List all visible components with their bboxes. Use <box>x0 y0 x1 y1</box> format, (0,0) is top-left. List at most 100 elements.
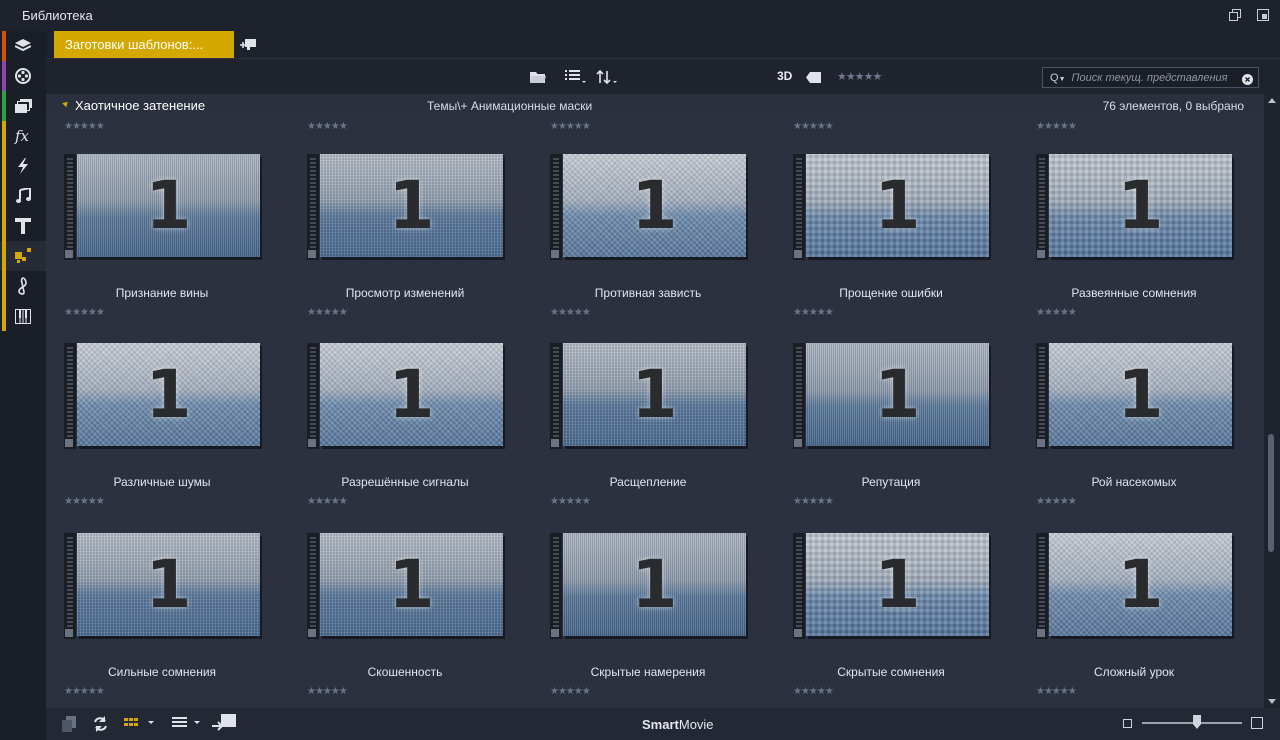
clear-search-icon[interactable] <box>1242 72 1253 85</box>
template-tile[interactable]: 1 Признание вины ★★★★★ <box>46 154 286 339</box>
scrollbar-thumb[interactable] <box>1268 434 1274 552</box>
add-tab-icon[interactable] <box>240 38 256 52</box>
rail-item-piano[interactable] <box>0 301 46 331</box>
send-to-timeline-icon[interactable] <box>212 714 236 732</box>
template-tile[interactable]: 1 Репутация ★★★★★ <box>775 343 1015 528</box>
rating-stars[interactable]: ★★★★★ <box>64 496 105 507</box>
refresh-icon[interactable] <box>93 716 108 732</box>
template-tile[interactable]: 1 Развеянные сомнения ★★★★★ <box>1018 154 1258 339</box>
rating-stars[interactable]: ★★★★★ <box>550 686 591 697</box>
rating-stars[interactable]: ★★★★★ <box>1036 496 1077 507</box>
rail-item-titles[interactable] <box>0 211 46 241</box>
template-tile[interactable]: 1 Разрешённые сигналы ★★★★★ <box>289 343 529 528</box>
thumbnail-image: 1 <box>77 343 260 446</box>
scroll-down-icon[interactable] <box>1268 699 1276 704</box>
scroll-up-icon[interactable] <box>1268 98 1276 103</box>
rail-item-transitions[interactable] <box>0 151 46 181</box>
template-thumbnail[interactable]: 1 <box>550 343 748 449</box>
vertical-scrollbar[interactable] <box>1264 94 1280 708</box>
3d-toggle-button[interactable]: 3D <box>777 69 792 83</box>
search-icon[interactable]: Q▼ <box>1050 72 1066 84</box>
smartmovie-button[interactable]: SmartMovie <box>642 717 714 732</box>
rating-stars[interactable]: ★★★★★ <box>64 686 105 697</box>
folder-icon[interactable] <box>530 68 546 86</box>
template-label: Скрытые сомнения <box>837 665 945 679</box>
filmstrip-marker <box>64 154 76 260</box>
template-tile[interactable]: 1 Сложный урок ★★★★★ <box>1018 533 1258 708</box>
rail-item-templates[interactable] <box>0 241 46 271</box>
template-thumbnail[interactable]: 1 <box>793 343 991 449</box>
zoom-slider-handle[interactable] <box>1193 715 1201 729</box>
template-tile[interactable]: 1 Рой насекомых ★★★★★ <box>1018 343 1258 528</box>
detach-window-icon[interactable] <box>1257 9 1269 21</box>
zoom-slider[interactable] <box>1142 722 1242 724</box>
category-color-strip <box>2 271 6 301</box>
rating-stars[interactable]: ★★★★★ <box>64 307 105 318</box>
collapse-group-icon[interactable] <box>62 99 70 108</box>
template-thumbnail[interactable]: 1 <box>64 343 262 449</box>
rating-stars[interactable]: ★★★★★ <box>793 121 834 132</box>
project-bin-icon <box>15 39 31 52</box>
template-thumbnail[interactable]: 1 <box>550 154 748 260</box>
restore-window-icon[interactable] <box>1229 9 1241 21</box>
details-view-icon[interactable] <box>172 716 204 730</box>
rail-item-music[interactable] <box>0 181 46 211</box>
bottom-bar: SmartMovie <box>46 708 1280 740</box>
template-label: Различные шумы <box>113 475 211 489</box>
rating-stars[interactable]: ★★★★★ <box>307 686 348 697</box>
rail-item-sound-effects[interactable] <box>0 271 46 301</box>
rating-stars[interactable]: ★★★★★ <box>307 496 348 507</box>
template-thumbnail[interactable]: 1 <box>1036 343 1234 449</box>
tab-templates[interactable]: Заготовки шаблонов:... <box>54 31 234 58</box>
rating-stars[interactable]: ★★★★★ <box>307 121 348 132</box>
template-tile[interactable]: 1 Скрытые намерения ★★★★★ <box>532 533 772 708</box>
template-tile[interactable]: 1 Прощение ошибки ★★★★★ <box>775 154 1015 339</box>
template-thumbnail[interactable]: 1 <box>793 533 991 639</box>
template-thumbnail[interactable]: 1 <box>307 154 505 260</box>
rating-stars[interactable]: ★★★★★ <box>1036 686 1077 697</box>
rating-stars[interactable]: ★★★★★ <box>307 307 348 318</box>
library-window: Библиотека fx Заготовки шаблонов:... 3D … <box>0 0 1280 740</box>
tag-icon[interactable] <box>806 68 821 86</box>
search-input[interactable] <box>1071 71 1242 84</box>
grid-view-icon[interactable] <box>124 716 156 730</box>
template-tile[interactable]: 1 Просмотр изменений ★★★★★ <box>289 154 529 339</box>
rating-stars[interactable]: ★★★★★ <box>550 496 591 507</box>
thumbnail-number: 1 <box>1117 167 1164 244</box>
copy-icon[interactable] <box>62 716 76 732</box>
template-thumbnail[interactable]: 1 <box>307 343 505 449</box>
template-thumbnail[interactable]: 1 <box>64 533 262 639</box>
template-tile[interactable]: 1 Различные шумы ★★★★★ <box>46 343 286 528</box>
template-tile[interactable]: 1 Скошенность ★★★★★ <box>289 533 529 708</box>
transitions-lightning-icon <box>18 158 28 174</box>
rail-item-film[interactable] <box>0 61 46 91</box>
rating-stars[interactable]: ★★★★★ <box>550 121 591 132</box>
template-thumbnail[interactable]: 1 <box>793 154 991 260</box>
template-tile[interactable]: 1 Сильные сомнения ★★★★★ <box>46 533 286 708</box>
rating-stars[interactable]: ★★★★★ <box>64 121 105 132</box>
template-thumbnail[interactable]: 1 <box>307 533 505 639</box>
list-view-icon[interactable] <box>565 68 587 86</box>
zoom-out-icon[interactable] <box>1123 719 1132 728</box>
rating-stars[interactable]: ★★★★★ <box>550 307 591 318</box>
template-thumbnail[interactable]: 1 <box>64 154 262 260</box>
zoom-in-icon[interactable] <box>1251 717 1263 729</box>
template-tile[interactable]: 1 Противная зависть ★★★★★ <box>532 154 772 339</box>
template-thumbnail[interactable]: 1 <box>1036 533 1234 639</box>
rail-item-project-bin[interactable] <box>0 31 46 61</box>
rating-stars[interactable]: ★★★★★ <box>1036 307 1077 318</box>
sort-icon[interactable] <box>596 68 618 86</box>
template-tile[interactable]: 1 Скрытые сомнения ★★★★★ <box>775 533 1015 708</box>
template-thumbnail[interactable]: 1 <box>550 533 748 639</box>
rating-stars[interactable]: ★★★★★ <box>793 686 834 697</box>
rating-stars[interactable]: ★★★★★ <box>793 307 834 318</box>
rating-filter[interactable]: ★★★★★ <box>837 70 882 83</box>
category-color-strip <box>2 91 6 121</box>
rating-stars[interactable]: ★★★★★ <box>1036 121 1077 132</box>
rail-item-effects[interactable]: fx <box>0 121 46 151</box>
filmstrip-marker <box>550 343 562 449</box>
template-thumbnail[interactable]: 1 <box>1036 154 1234 260</box>
rail-item-collections[interactable] <box>0 91 46 121</box>
template-tile[interactable]: 1 Расщепление ★★★★★ <box>532 343 772 528</box>
rating-stars[interactable]: ★★★★★ <box>793 496 834 507</box>
